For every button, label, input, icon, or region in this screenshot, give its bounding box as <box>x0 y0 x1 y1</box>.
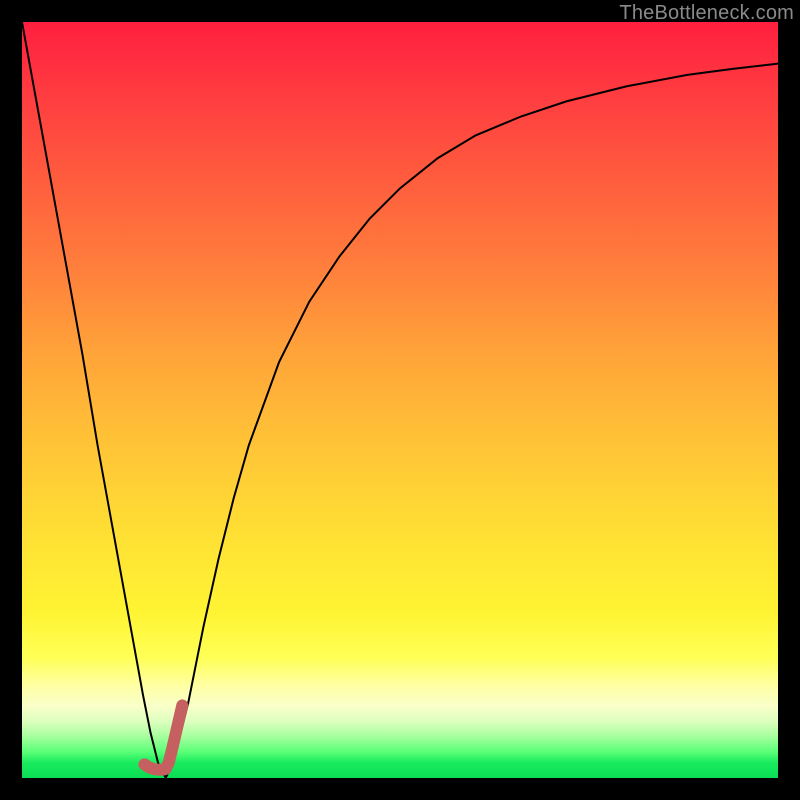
chart-frame: TheBottleneck.com <box>0 0 800 800</box>
highlight-segment <box>144 705 182 769</box>
watermark-text: TheBottleneck.com <box>619 2 794 25</box>
chart-plot-area <box>22 22 778 778</box>
primary-curve <box>22 22 778 778</box>
chart-svg <box>22 22 778 778</box>
